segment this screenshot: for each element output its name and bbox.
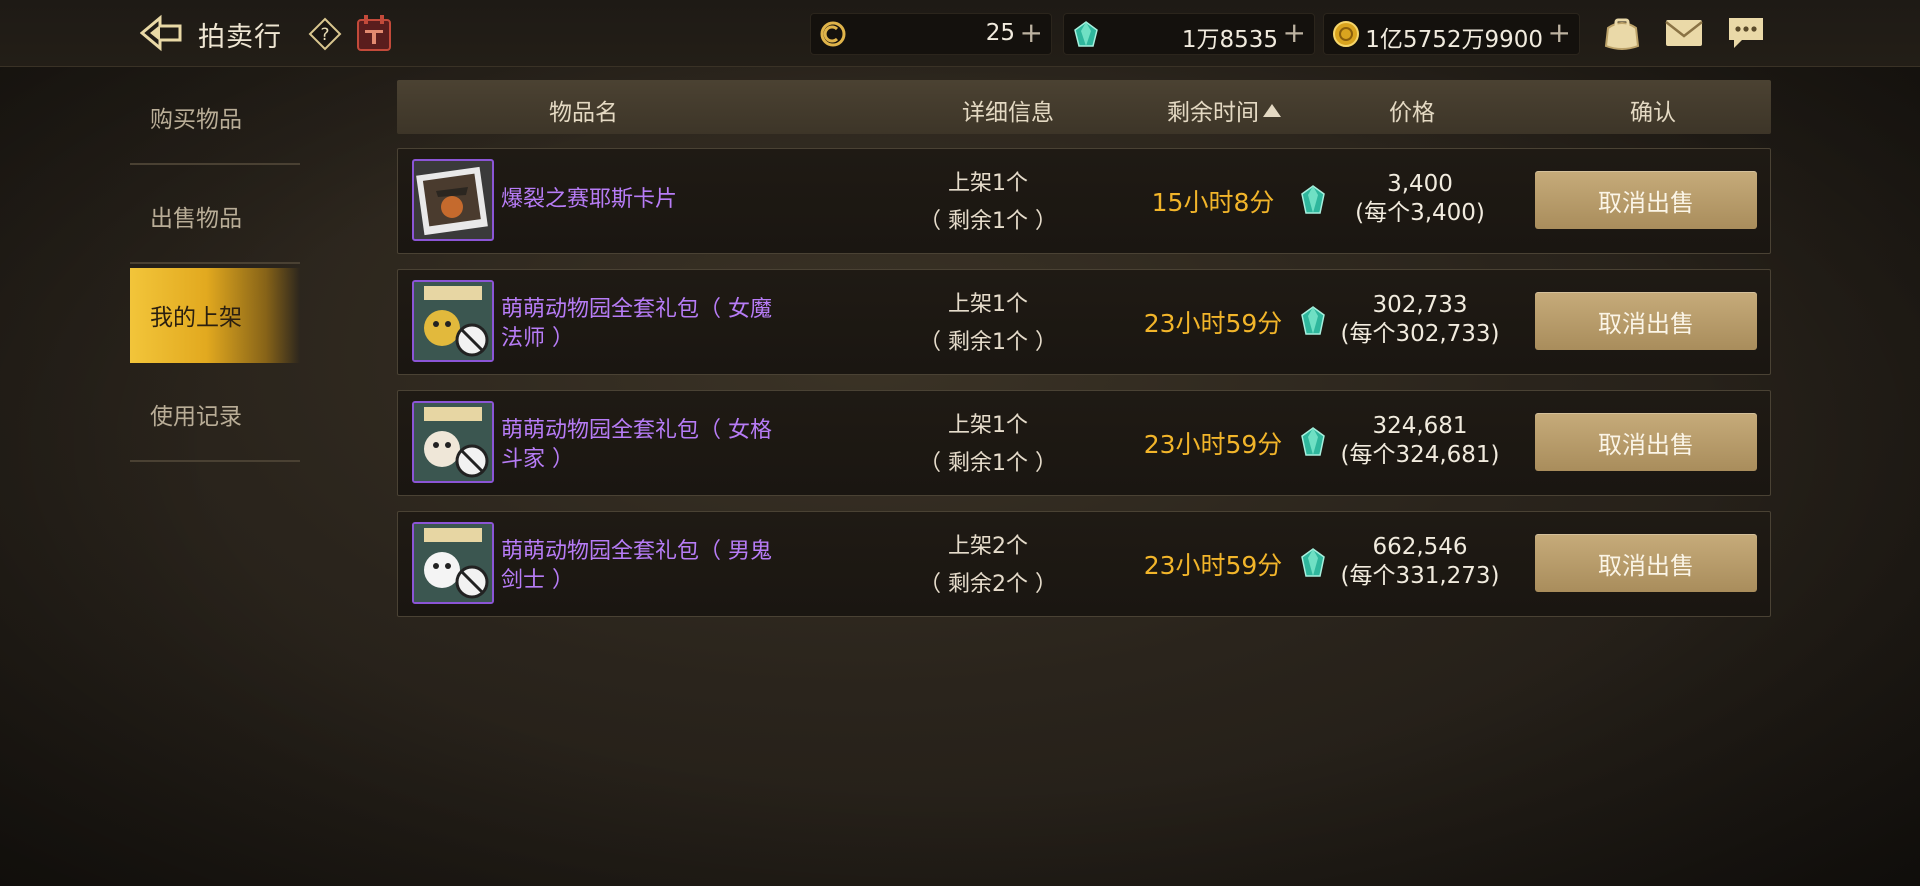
- sidebar-item-label: 购买物品: [150, 107, 242, 133]
- currency-value: 1亿5752万9900: [1365, 27, 1543, 53]
- item-name: 萌萌动物园全套礼包（ 女格斗家 ）: [501, 418, 772, 472]
- total-price: 3,400: [1387, 171, 1453, 197]
- price: 302,733 (每个302,733): [1330, 291, 1510, 349]
- card-icon[interactable]: [412, 159, 494, 241]
- add-currency-button[interactable]: +: [1020, 16, 1043, 49]
- sidebar-item-sell[interactable]: 出售物品: [130, 165, 300, 264]
- cancel-sale-button[interactable]: 取消出售: [1535, 171, 1757, 229]
- price: 662,546 (每个331,273): [1330, 533, 1510, 591]
- gold-coin-icon: [1333, 21, 1359, 47]
- package-art: [414, 282, 492, 360]
- remaining-count: （ 剩余1个 ）: [919, 209, 1057, 234]
- sort-ascending-icon: [1263, 104, 1281, 117]
- sidebar: 购买物品 出售物品 我的上架 使用记录: [130, 66, 300, 462]
- item-detail: 上架1个 （ 剩余1个 ）: [908, 165, 1068, 241]
- sidebar-item-my-listings[interactable]: 我的上架: [130, 264, 300, 363]
- bag-icon[interactable]: [1602, 14, 1642, 52]
- sidebar-item-usage-log[interactable]: 使用记录: [130, 363, 300, 462]
- cancel-sale-button[interactable]: 取消出售: [1535, 413, 1757, 471]
- column-header-confirm: 确认: [1630, 100, 1676, 126]
- add-currency-button[interactable]: +: [1283, 16, 1306, 49]
- remaining-count: （ 剩余1个 ）: [919, 330, 1057, 355]
- mail-icon[interactable]: [1664, 14, 1704, 52]
- column-header-name: 物品名: [549, 100, 618, 126]
- help-icon[interactable]: ?: [308, 17, 342, 51]
- total-price: 324,681: [1372, 413, 1468, 439]
- remaining-time: 23小时59分: [1143, 309, 1283, 338]
- item-detail: 上架1个 （ 剩余1个 ）: [908, 407, 1068, 483]
- currency-value: 25: [985, 20, 1015, 46]
- currency-gold: 1亿5752万9900 +: [1323, 13, 1580, 55]
- chat-icon[interactable]: [1726, 14, 1766, 52]
- unit-price: (每个324,681): [1340, 442, 1500, 468]
- svg-text:?: ?: [320, 25, 329, 45]
- table-row: 萌萌动物园全套礼包（ 男鬼剑士 ） 上架2个 （ 剩余2个 ） 23小时59分 …: [397, 511, 1771, 617]
- listed-count: 上架1个: [948, 413, 1028, 438]
- package-art: [414, 403, 492, 481]
- item-detail: 上架1个 （ 剩余1个 ）: [908, 286, 1068, 362]
- remaining-count: （ 剩余2个 ）: [919, 572, 1057, 597]
- unit-price: (每个331,273): [1340, 563, 1500, 589]
- sidebar-item-label: 我的上架: [150, 305, 242, 331]
- item-name: 萌萌动物园全套礼包（ 女魔法师 ）: [501, 297, 772, 351]
- gem-icon: [1301, 185, 1325, 214]
- cancel-sale-button[interactable]: 取消出售: [1535, 292, 1757, 350]
- item-detail: 上架2个 （ 剩余2个 ）: [908, 528, 1068, 604]
- column-header-time-label: 剩余时间: [1167, 100, 1259, 126]
- remaining-time: 15小时8分: [1151, 188, 1275, 217]
- currency-value: 1万8535: [1181, 27, 1278, 53]
- remaining-time: 23小时59分: [1143, 430, 1283, 459]
- gift-package-icon[interactable]: [412, 522, 494, 604]
- gift-package-icon[interactable]: [412, 401, 494, 483]
- total-price: 662,546: [1372, 534, 1468, 560]
- currency-gem: 1万8535 +: [1063, 13, 1315, 55]
- remaining-time: 23小时59分: [1143, 551, 1283, 580]
- clock-token-icon: [820, 21, 846, 47]
- item-name: 爆裂之赛耶斯卡片: [501, 187, 678, 212]
- cancel-sale-button[interactable]: 取消出售: [1535, 534, 1757, 592]
- package-art: [414, 524, 492, 602]
- unit-price: (每个3,400): [1355, 200, 1485, 226]
- sidebar-item-label: 使用记录: [150, 404, 242, 430]
- price: 3,400 (每个3,400): [1330, 170, 1510, 228]
- gem-icon: [1301, 306, 1325, 335]
- table-row: 萌萌动物园全套礼包（ 女魔法师 ） 上架1个 （ 剩余1个 ） 23小时59分 …: [397, 269, 1771, 375]
- price: 324,681 (每个324,681): [1330, 412, 1510, 470]
- table-row: 萌萌动物园全套礼包（ 女格斗家 ） 上架1个 （ 剩余1个 ） 23小时59分 …: [397, 390, 1771, 496]
- gem-icon: [1301, 548, 1325, 577]
- table-row: 爆裂之赛耶斯卡片 上架1个 （ 剩余1个 ） 15小时8分 3,400 (每个3…: [397, 148, 1771, 254]
- remaining-count: （ 剩余1个 ）: [919, 451, 1057, 476]
- gem-icon: [1301, 427, 1325, 456]
- listed-count: 上架2个: [948, 534, 1028, 559]
- gift-package-icon[interactable]: [412, 280, 494, 362]
- page-title: 拍卖行: [198, 22, 282, 53]
- column-header-detail: 详细信息: [962, 100, 1054, 126]
- currency-clock-token: 25 +: [810, 13, 1052, 55]
- top-bar: 拍卖行 ? 25 + 1万8535 + 1亿5752万9900 +: [0, 0, 1920, 67]
- sidebar-item-label: 出售物品: [150, 206, 242, 232]
- sidebar-item-buy[interactable]: 购买物品: [130, 66, 300, 165]
- column-header-price: 价格: [1389, 100, 1435, 126]
- gem-icon: [1074, 21, 1098, 47]
- listed-count: 上架1个: [948, 171, 1028, 196]
- total-price: 302,733: [1372, 292, 1468, 318]
- column-header-time[interactable]: 剩余时间: [1167, 93, 1281, 127]
- card-art: [416, 166, 488, 236]
- back-arrow-icon[interactable]: [140, 14, 182, 52]
- add-currency-button[interactable]: +: [1548, 16, 1571, 49]
- table-header: 物品名 详细信息 剩余时间 价格 确认: [397, 80, 1771, 134]
- unit-price: (每个302,733): [1340, 321, 1500, 347]
- listed-count: 上架1个: [948, 292, 1028, 317]
- item-name: 萌萌动物园全套礼包（ 男鬼剑士 ）: [501, 539, 772, 593]
- calendar-icon[interactable]: [356, 14, 392, 52]
